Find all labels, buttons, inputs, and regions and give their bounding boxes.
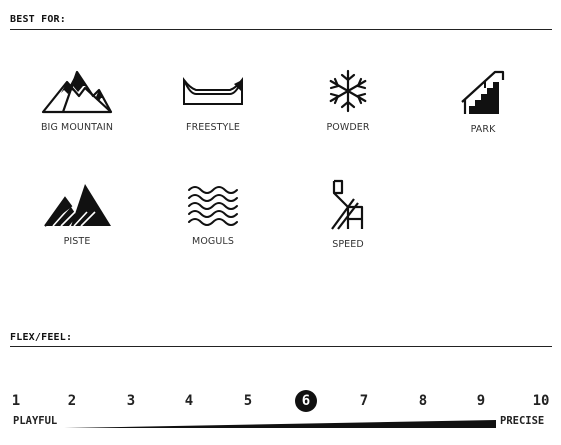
- best-for-label: SPEED: [332, 239, 364, 250]
- flex-scale-value: 9: [476, 393, 486, 409]
- best-for-item-powder: POWDER: [288, 68, 408, 133]
- flex-feel-divider: [10, 346, 552, 347]
- flex-scale-value: 2: [67, 393, 77, 409]
- best-for-item-moguls: MOGULS: [153, 182, 273, 247]
- freestyle-icon: [183, 77, 243, 105]
- best-for-label: PISTE: [63, 236, 91, 247]
- best-for-label: FREESTYLE: [186, 122, 240, 133]
- flex-scale-value: 8: [418, 393, 428, 409]
- best-for-label: BIG MOUNTAIN: [40, 122, 114, 133]
- flex-scale-selected-value: 6: [295, 390, 317, 412]
- flex-scale-value: 1: [11, 393, 21, 409]
- best-for-title: BEST FOR:: [10, 14, 66, 25]
- big-mountain-icon: [41, 70, 113, 114]
- flex-scale-value: 10: [532, 393, 550, 409]
- best-for-label: PARK: [470, 124, 496, 135]
- moguls-icon: [188, 186, 238, 226]
- snowflake-icon: [329, 69, 367, 113]
- best-for-item-freestyle: FREESTYLE: [153, 68, 273, 133]
- best-for-label: POWDER: [326, 122, 370, 133]
- precise-label: PRECISE: [500, 415, 545, 427]
- best-for-item-speed: SPEED: [288, 179, 408, 250]
- best-for-item-piste: PISTE: [17, 182, 137, 247]
- best-for-label: MOGULS: [192, 236, 234, 247]
- flex-wedge-bar: [64, 420, 496, 428]
- flex-scale-value: 4: [184, 393, 194, 409]
- playful-label: PLAYFUL: [13, 415, 58, 427]
- flex-scale-value: 5: [243, 393, 253, 409]
- park-rail-icon: [461, 70, 505, 114]
- flex-scale-value: 7: [359, 393, 369, 409]
- best-for-divider: [10, 29, 552, 30]
- flex-feel-title: FLEX/FEEL:: [10, 332, 73, 343]
- flex-scale-value: 3: [126, 393, 136, 409]
- best-for-item-big-mountain: BIG MOUNTAIN: [17, 68, 137, 133]
- speed-icon: [331, 179, 364, 230]
- piste-icon: [44, 184, 111, 227]
- best-for-item-park: PARK: [423, 68, 543, 135]
